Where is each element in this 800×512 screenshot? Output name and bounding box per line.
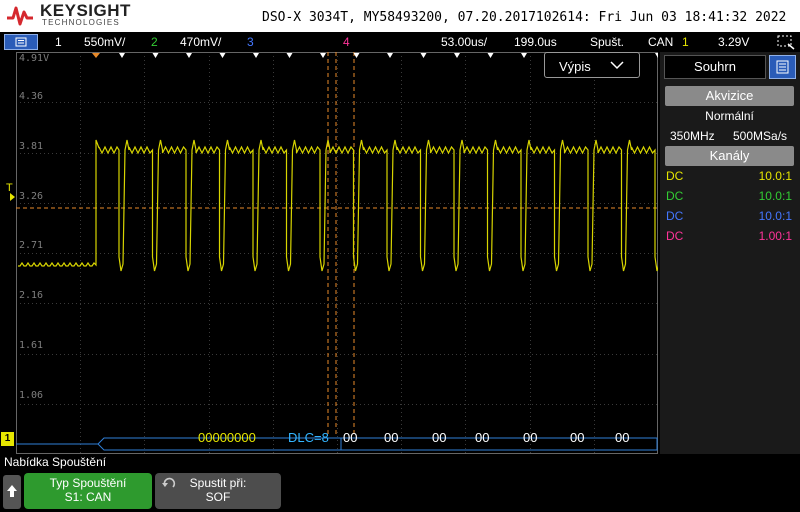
device-info: DSO-X 3034T, MY58493200, 07.20.201710261…	[262, 10, 787, 25]
softkey-value: SOF	[205, 490, 231, 504]
channel-coupling: DC	[666, 209, 684, 223]
bit-marker-icon	[454, 53, 460, 58]
trigger-type-softkey[interactable]: Typ Spouštění S1: CAN	[24, 473, 152, 509]
channel-coupling: DC	[666, 189, 684, 203]
arrow-up-icon	[7, 485, 17, 497]
channel-probe: 10.0:1	[758, 169, 792, 183]
trigger-on-softkey[interactable]: Spustit při: SOF	[155, 473, 281, 509]
vypis-label: Výpis	[559, 59, 591, 74]
rotate-knob-icon	[162, 477, 176, 488]
y-label-6: 1.61	[19, 340, 44, 351]
can-byte-6: 00	[615, 430, 630, 445]
can-byte-1: 00	[384, 430, 399, 445]
y-label-2: 3.81	[19, 141, 44, 152]
bandwidth: 350MHz	[670, 129, 715, 143]
bit-marker-icon	[387, 53, 393, 58]
y-label-0: 4.91V	[19, 53, 50, 64]
channel-row-4: DC 1.00:1	[666, 229, 794, 247]
channel-row-1: DC 10.0:1	[666, 169, 794, 187]
sample-rate: 500MSa/s	[733, 129, 788, 143]
channel-probe: 1.00:1	[758, 229, 792, 243]
can-dlc-value: DLC=8	[288, 430, 329, 445]
ch1-scale[interactable]: 550mV/	[84, 35, 125, 49]
y-label-1: 4.36	[19, 91, 44, 102]
can-byte-0: 00	[343, 430, 358, 445]
channel-row-3: DC 10.0:1	[666, 209, 794, 227]
bit-marker-icon	[253, 53, 259, 58]
ch2-number[interactable]: 2	[151, 35, 158, 49]
trigger-level[interactable]: 3.29V	[718, 35, 749, 49]
channel-coupling: DC	[666, 169, 684, 183]
bit-marker-icon	[152, 53, 159, 58]
channel-probe: 10.0:1	[758, 209, 792, 223]
y-label-5: 2.16	[19, 290, 44, 301]
can-byte-4: 00	[523, 430, 538, 445]
y-label-3: 3.26	[19, 191, 44, 202]
channels-header[interactable]: Kanály	[665, 146, 794, 166]
softkey-value: S1: CAN	[64, 490, 112, 504]
tab-souhrn[interactable]: Souhrn	[664, 55, 766, 79]
chevron-down-icon	[610, 61, 624, 70]
vypis-button[interactable]: Výpis	[544, 52, 640, 78]
menu-icon	[15, 37, 27, 47]
channel-coupling: DC	[666, 229, 684, 243]
graticule	[16, 52, 658, 454]
channel-row-2: DC 10.0:1	[666, 189, 794, 207]
bit-marker-icon	[487, 53, 494, 58]
brand-subtitle: TECHNOLOGIES	[42, 18, 120, 27]
can-byte-5: 00	[570, 430, 585, 445]
run-state: Spušt.	[590, 35, 625, 49]
can-byte-3: 00	[475, 430, 490, 445]
bit-marker-icon	[320, 53, 326, 58]
ch1-waveform	[18, 139, 658, 272]
menu-up-button[interactable]	[3, 475, 21, 509]
bit-marker-icon	[286, 53, 293, 58]
trigger-arrow-icon	[10, 193, 15, 201]
screen-region-icon[interactable]	[776, 34, 796, 50]
acquisition-header[interactable]: Akvizice	[665, 86, 794, 106]
trigger-position-icon	[92, 53, 100, 58]
trigger-type[interactable]: CAN	[648, 35, 673, 49]
ch1-ground-marker[interactable]: 1	[1, 432, 14, 446]
keysight-logo-icon	[7, 6, 33, 26]
acquisition-mode: Normální	[705, 109, 754, 123]
can-byte-2: 00	[432, 430, 447, 445]
bit-marker-icon	[420, 53, 427, 58]
ch2-scale[interactable]: 470mV/	[180, 35, 221, 49]
y-label-7: 1.06	[19, 390, 44, 401]
y-label-4: 2.71	[19, 240, 44, 251]
document-icon	[776, 60, 789, 74]
softkey-title: Typ Spouštění	[49, 476, 127, 490]
ch1-number[interactable]: 1	[55, 35, 62, 49]
ch4-number[interactable]: 4	[343, 35, 350, 49]
bit-marker-icon	[186, 53, 192, 58]
trigger-channel[interactable]: 1	[682, 35, 689, 49]
main-menu-button[interactable]	[4, 34, 38, 50]
can-id-value: 00000000	[198, 430, 256, 445]
panel-menu-button[interactable]	[769, 55, 796, 79]
bit-marker-icon	[521, 53, 527, 58]
bit-marker-icon	[219, 53, 226, 58]
timebase-scale[interactable]: 53.00us/	[441, 35, 487, 49]
timebase-delay[interactable]: 199.0us	[514, 35, 557, 49]
softkey-menu-title: Nabídka Spouštění	[4, 455, 107, 469]
channel-probe: 10.0:1	[758, 189, 792, 203]
bit-marker-icon	[119, 53, 125, 58]
ch3-number[interactable]: 3	[247, 35, 254, 49]
